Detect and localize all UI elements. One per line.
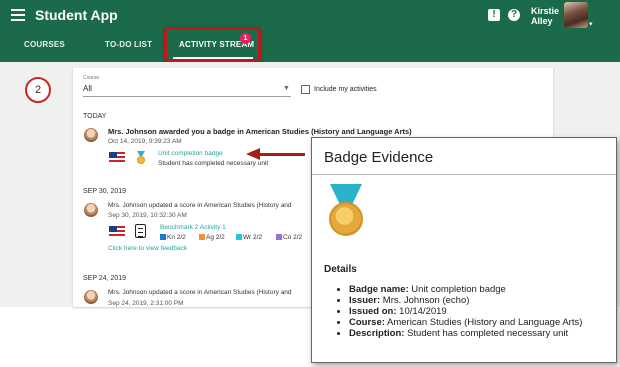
app-title: Student App	[35, 7, 118, 23]
chevron-down-icon[interactable]: ▾	[589, 20, 593, 28]
score-color-swatch	[236, 234, 242, 240]
course-select-underline	[83, 96, 291, 97]
activity-date: Sep 30, 2019, 10:32:30 AM	[108, 212, 187, 219]
help-icon[interactable]: ?	[508, 9, 520, 21]
score-kn: Kn 2/2	[160, 234, 186, 241]
score-color-swatch	[199, 234, 205, 240]
score-color-swatch	[160, 234, 166, 240]
detail-description: Description: Student has completed neces…	[349, 328, 616, 339]
course-select-label: Course	[83, 75, 100, 81]
hamburger-menu-icon[interactable]	[11, 9, 25, 21]
detail-course: Course: American Studies (History and La…	[349, 317, 616, 328]
section-heading-today: TODAY	[83, 113, 107, 120]
arrow-annotation-shaft	[259, 153, 305, 156]
chevron-down-icon[interactable]: ▼	[283, 85, 290, 92]
teacher-avatar	[84, 203, 98, 217]
section-heading-sep-24: SEP 24, 2019	[83, 275, 127, 282]
tab-highlight-annotation	[164, 27, 261, 62]
american-flag-icon	[109, 152, 125, 164]
popup-title: Badge Evidence	[324, 149, 434, 166]
document-icon	[135, 224, 146, 238]
detail-issued-on: Issued on: 10/14/2019	[349, 306, 616, 317]
activity-title: Mrs. Johnson updated a score in American…	[108, 202, 292, 209]
popup-divider	[312, 174, 616, 175]
section-heading-sep-30: SEP 30, 2019	[83, 188, 127, 195]
american-flag-icon	[109, 226, 125, 238]
teacher-avatar	[84, 128, 98, 142]
alert-icon[interactable]: !	[488, 9, 500, 21]
badge-link[interactable]: Unit completion badge	[158, 150, 223, 157]
activity-title: Mrs. Johnson updated a score in American…	[108, 289, 292, 296]
activity-title: Mrs. Johnson awarded you a badge in Amer…	[108, 127, 412, 136]
tab-to-do-list[interactable]: TO-DO LIST	[105, 40, 152, 49]
score-wr: Wr 2/2	[236, 234, 262, 241]
badge-medal-icon	[135, 151, 147, 165]
badge-details-list: Badge name: Unit completion badge Issuer…	[337, 284, 616, 339]
course-select[interactable]: All	[83, 84, 92, 93]
app-header: Student App ! ? Kirstie Alley ▾ COURSES …	[0, 0, 620, 62]
activity-date: Oct 14, 2019, 9:39:23 AM	[108, 138, 182, 145]
assignment-link[interactable]: Benchmark 2 Activity 1	[160, 224, 226, 231]
score-co: Co 2/2	[276, 234, 302, 241]
badge-evidence-popup: Badge Evidence Details Badge name: Unit …	[311, 137, 617, 363]
tab-courses[interactable]: COURSES	[24, 40, 65, 49]
detail-badge-name: Badge name: Unit completion badge	[349, 284, 616, 295]
view-feedback-link[interactable]: Click here to view feedback	[108, 245, 187, 252]
badge-medal-icon	[326, 184, 366, 246]
badge-description: Student has completed necessary unit	[158, 160, 269, 167]
avatar[interactable]	[564, 2, 588, 28]
score-color-swatch	[276, 234, 282, 240]
include-my-activities-checkbox[interactable]	[301, 85, 310, 94]
score-ag: Ag 2/2	[199, 234, 225, 241]
step-number-annotation: 2	[25, 77, 51, 103]
details-heading: Details	[324, 264, 357, 275]
detail-issuer: Issuer: Mrs. Johnson (echo)	[349, 295, 616, 306]
user-last-name: Alley	[531, 16, 553, 26]
arrow-annotation-head	[246, 148, 260, 160]
include-my-activities-label: Include my activities	[314, 86, 377, 93]
user-name[interactable]: Kirstie Alley	[531, 6, 559, 26]
user-first-name: Kirstie	[531, 6, 560, 16]
activity-date: Sep 24, 2019, 2:31:00 PM	[108, 300, 184, 307]
teacher-avatar	[84, 290, 98, 304]
